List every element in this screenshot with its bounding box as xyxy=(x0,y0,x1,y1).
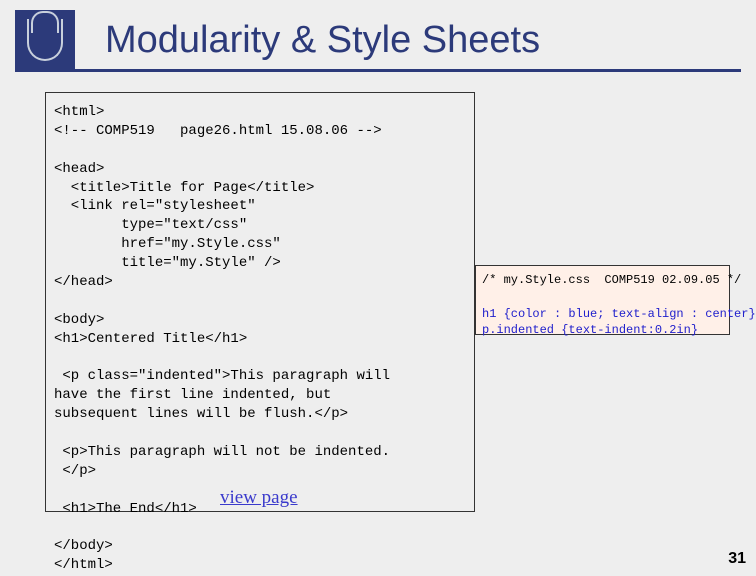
logo-shield-icon xyxy=(27,19,63,61)
code-line: have the first line indented, but xyxy=(54,387,331,403)
slide: Modularity & Style Sheets <html> <!-- CO… xyxy=(0,0,756,576)
code-line: </p> xyxy=(54,463,96,479)
code-line: </body> xyxy=(54,538,113,554)
content-area: <html> <!-- COMP519 page26.html 15.08.06… xyxy=(0,80,756,120)
code-line: subsequent lines will be flush.</p> xyxy=(54,406,348,422)
code-line: <p class="indented">This paragraph will xyxy=(54,368,390,384)
code-line: <head> xyxy=(54,161,104,177)
css-code-box: /* my.Style.css COMP519 02.09.05 */ h1 {… xyxy=(475,265,730,335)
code-line: <h1>The End</h1> xyxy=(54,501,197,517)
logo xyxy=(15,10,75,70)
css-rule: h1 {color : blue; text-align : center} xyxy=(482,307,756,321)
css-rule: p.indented {text-indent:0.2in} xyxy=(482,323,698,337)
slide-title: Modularity & Style Sheets xyxy=(105,19,540,62)
code-line: <title>Title for Page</title> xyxy=(54,180,314,196)
code-line: <body> xyxy=(54,312,104,328)
code-line: <h1>Centered Title</h1> xyxy=(54,331,247,347)
html-code-box: <html> <!-- COMP519 page26.html 15.08.06… xyxy=(45,92,475,512)
view-page-link[interactable]: view page xyxy=(220,487,298,509)
page-number: 31 xyxy=(728,550,746,568)
code-line: <html> xyxy=(54,104,104,120)
header: Modularity & Style Sheets xyxy=(0,0,756,80)
code-line: type="text/css" xyxy=(54,217,247,233)
code-line: <link rel="stylesheet" xyxy=(54,198,256,214)
code-line: href="my.Style.css" xyxy=(54,236,281,252)
code-line: title="my.Style" /> xyxy=(54,255,281,271)
header-underline xyxy=(15,69,741,72)
code-line: </html> xyxy=(54,557,113,573)
code-line: <!-- COMP519 page26.html 15.08.06 --> xyxy=(54,123,382,139)
css-comment: /* my.Style.css COMP519 02.09.05 */ xyxy=(482,273,741,287)
code-line: <p>This paragraph will not be indented. xyxy=(54,444,390,460)
code-line: </head> xyxy=(54,274,113,290)
